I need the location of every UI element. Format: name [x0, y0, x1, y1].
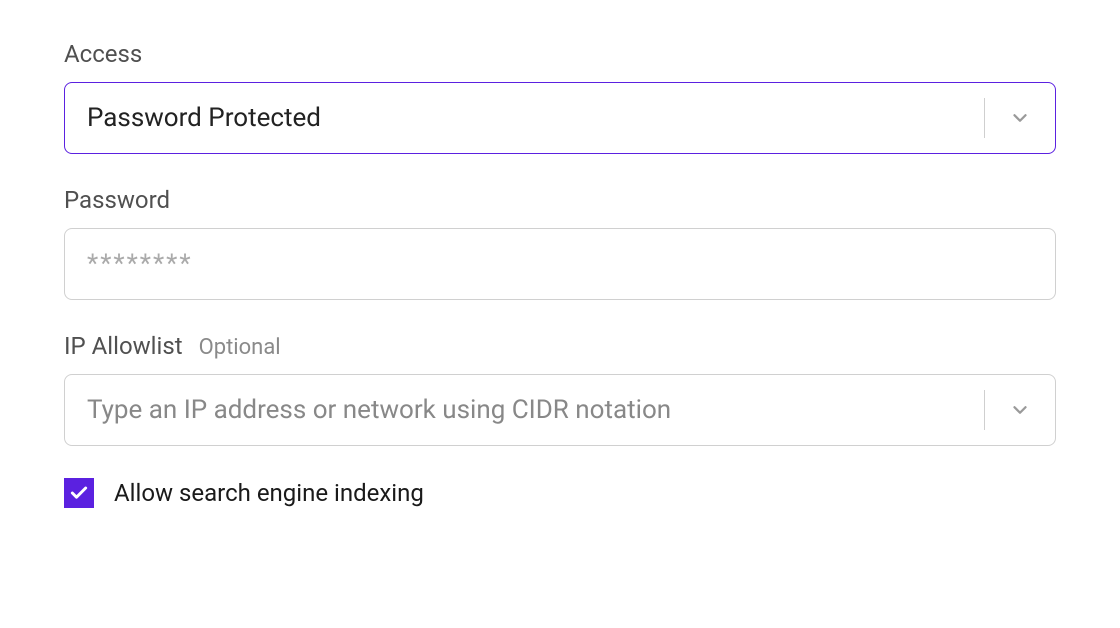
chevron-down-icon[interactable]	[985, 399, 1055, 421]
ip-allowlist-optional: Optional	[199, 335, 281, 360]
ip-allowlist-field: IP Allowlist Optional Type an IP address…	[64, 332, 1056, 446]
indexing-checkbox-row: Allow search engine indexing	[64, 478, 1056, 508]
ip-allowlist-placeholder: Type an IP address or network using CIDR…	[65, 395, 984, 425]
ip-allowlist-select[interactable]: Type an IP address or network using CIDR…	[64, 374, 1056, 446]
access-label: Access	[64, 40, 142, 68]
ip-allowlist-label-row: IP Allowlist Optional	[64, 332, 1056, 360]
password-input[interactable]	[64, 228, 1056, 300]
chevron-down-icon[interactable]	[985, 107, 1055, 129]
access-select[interactable]: Password Protected	[64, 82, 1056, 154]
indexing-label: Allow search engine indexing	[114, 479, 424, 507]
password-label-row: Password	[64, 186, 1056, 214]
password-field: Password	[64, 186, 1056, 300]
access-label-row: Access	[64, 40, 1056, 68]
access-select-value: Password Protected	[65, 103, 984, 133]
indexing-checkbox[interactable]	[64, 478, 94, 508]
access-field: Access Password Protected	[64, 40, 1056, 154]
ip-allowlist-label: IP Allowlist	[64, 332, 183, 360]
password-label: Password	[64, 186, 170, 214]
